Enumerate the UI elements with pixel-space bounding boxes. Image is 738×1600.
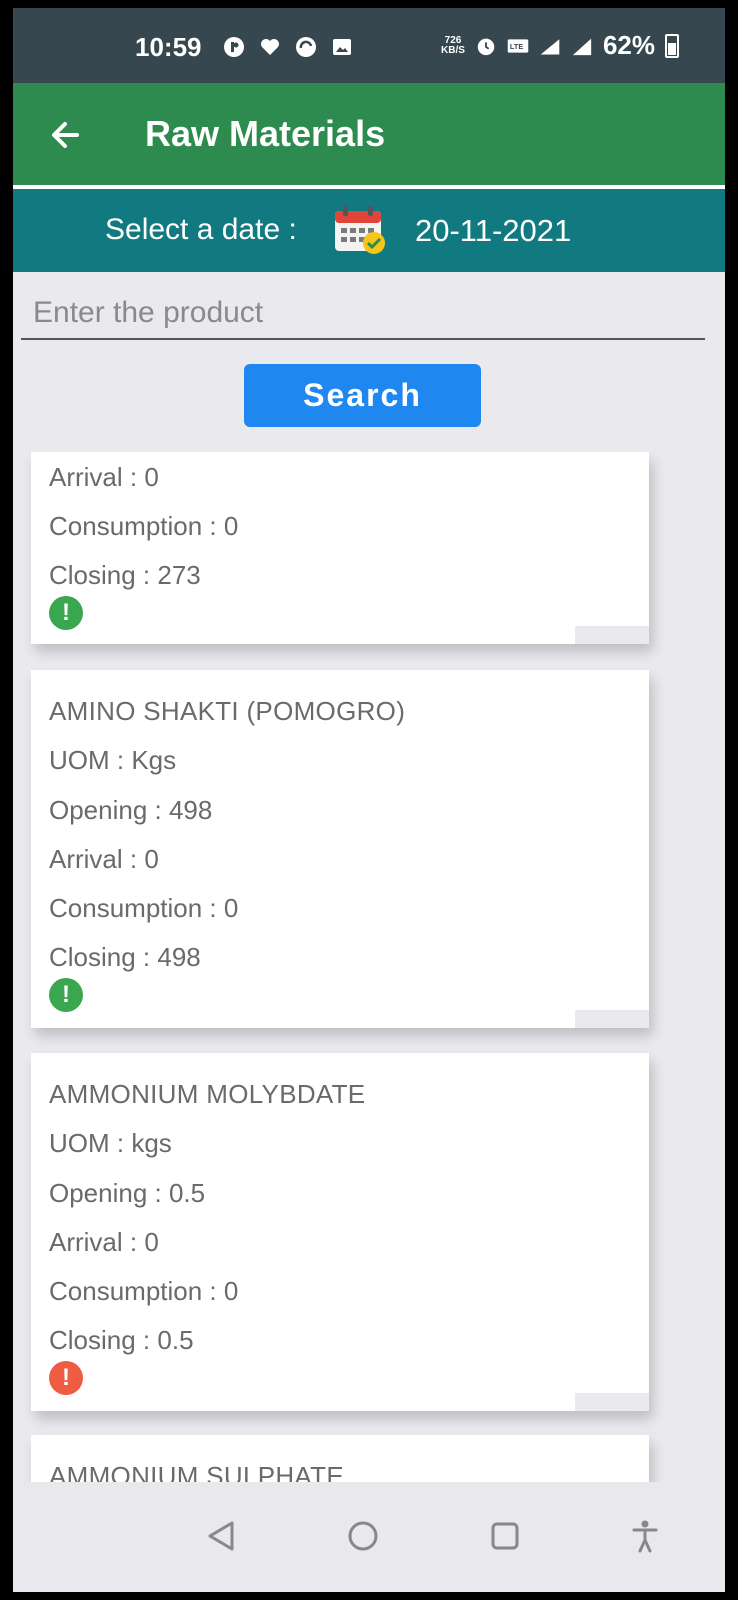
signal-4g-icon [539,35,561,57]
material-card[interactable]: AMMONIUM SULPHATE [31,1435,649,1482]
material-name: AMMONIUM MOLYBDATE [49,1079,366,1109]
material-card[interactable]: AMINO SHAKTI (POMOGRO) UOM : Kgs Opening… [31,670,649,1028]
calendar-check-icon[interactable] [333,203,387,255]
exclamation-circle-icon: ! [49,596,83,630]
exclamation-circle-icon: ! [49,1361,83,1395]
search-button[interactable]: Search [244,364,481,427]
card-notch [575,1393,649,1411]
consumption-text: Consumption : 0 [49,1276,239,1306]
heart-icon [259,36,281,58]
consumption-text: Consumption : 0 [49,511,239,541]
system-nav-bar [13,1482,725,1592]
battery-icon [665,33,679,58]
system-status-icons: 726 KB/S LTE 62% [441,30,679,61]
closing-text: Closing : 0.5 [49,1325,194,1355]
product-search-input[interactable] [21,288,705,340]
status-time: 10:59 [135,32,202,62]
material-card[interactable]: AMMONIUM MOLYBDATE UOM : kgs Opening : 0… [31,1053,649,1411]
battery-percent: 62% [602,30,655,60]
page-title: Raw Materials [145,113,386,154]
exclamation-circle-icon: ! [49,978,83,1012]
uom-text: UOM : Kgs [49,745,177,775]
app-bar: Raw Materials [13,83,725,185]
net-speed-unit: KB/S [441,44,465,56]
net-speed-value: 726 [444,34,462,46]
card-notch [575,1010,649,1028]
volte-icon: LTE [507,35,529,57]
notification-icons [223,36,353,58]
recents-square-icon[interactable] [485,1516,525,1556]
arrow-left-icon[interactable] [47,109,83,165]
material-name: AMMONIUM SULPHATE [49,1461,344,1482]
selected-date[interactable]: 20-11-2021 [415,213,571,249]
back-triangle-icon[interactable] [201,1516,241,1556]
arrival-text: Arrival : 0 [49,844,159,874]
sync-icon [295,36,317,58]
closing-text: Closing : 273 [49,560,201,590]
arrival-text: Arrival : 0 [49,1227,159,1257]
date-selector-bar: Select a date : 20-11-2021 [13,189,725,272]
materials-list[interactable]: Arrival : 0 Consumption : 0 Closing : 27… [13,452,725,1482]
card-notch [575,626,649,644]
opening-text: Opening : 498 [49,795,213,825]
material-name: AMINO SHAKTI (POMOGRO) [49,696,406,726]
uom-text: UOM : kgs [49,1128,172,1158]
svg-text:LTE: LTE [510,41,523,50]
arrival-text: Arrival : 0 [49,462,159,492]
signal-icon [571,35,593,57]
date-label: Select a date : [105,213,297,246]
image-icon [331,36,353,58]
alarm-icon [475,35,497,57]
material-card[interactable]: Arrival : 0 Consumption : 0 Closing : 27… [31,452,649,644]
closing-text: Closing : 498 [49,942,201,972]
consumption-text: Consumption : 0 [49,893,239,923]
phone-screen: 10:59 726 KB/S LTE 62% Raw Materials Sel… [13,8,725,1592]
status-bar: 10:59 726 KB/S LTE 62% [13,8,725,83]
network-speed: 726 KB/S [441,34,465,56]
app-notification-icon [223,36,245,58]
home-circle-icon[interactable] [343,1516,383,1556]
opening-text: Opening : 0.5 [49,1178,206,1208]
accessibility-icon[interactable] [625,1516,665,1556]
